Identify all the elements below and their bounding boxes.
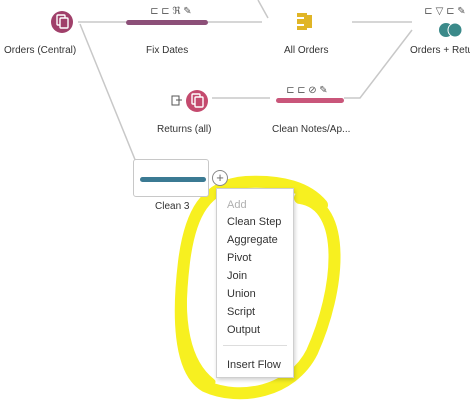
rename-icon: ⊏	[297, 85, 306, 96]
clean3-step[interactable]	[133, 159, 209, 197]
edit-icon: ✎	[457, 6, 466, 17]
filter-icon: ⊏	[150, 6, 159, 17]
returns-all-label: Returns (all)	[157, 124, 212, 135]
clean-notes-label: Clean Notes/Ap...	[272, 124, 351, 135]
returns-all-icon[interactable]	[186, 90, 208, 112]
fix-dates-tools: ⊏ ⊏ ℜ ✎	[150, 7, 192, 17]
edit-icon: ✎	[183, 6, 192, 17]
union-icon[interactable]	[297, 13, 312, 30]
menu-separator	[223, 345, 287, 346]
menu-item-union[interactable]: Union	[227, 288, 256, 300]
connector-orders-clean3	[79, 23, 137, 163]
add-step-menu: Add Clean Step Aggregate Pivot Join Unio…	[216, 188, 294, 378]
all-orders-label: All Orders	[284, 45, 329, 56]
clean3-label: Clean 3	[155, 201, 190, 212]
fix-dates-label: Fix Dates	[146, 45, 189, 56]
edit-icon: ✎	[319, 85, 328, 96]
menu-item-pivot[interactable]: Pivot	[227, 252, 251, 264]
menu-header-add: Add	[227, 199, 247, 211]
filter-icon: ⊏	[424, 6, 433, 17]
returns-input-arrow-icon	[171, 95, 182, 106]
rename-icon: ⊏	[446, 6, 455, 17]
clean-notes-bar[interactable]	[276, 98, 344, 103]
join-icon[interactable]	[439, 22, 463, 38]
connector-top-allorders	[257, 0, 269, 19]
clean3-bar	[140, 177, 206, 182]
menu-item-join[interactable]: Join	[227, 270, 247, 282]
menu-item-output[interactable]: Output	[227, 324, 260, 336]
orders-returns-tools: ⊏ ▽ ⊏ ✎	[424, 7, 466, 17]
funnel-icon: ▽	[435, 6, 444, 17]
connector-cleannotes-ordersreturns	[344, 29, 413, 99]
orders-returns-label: Orders + Retur	[410, 45, 470, 56]
add-step-button[interactable]: +	[212, 170, 228, 186]
menu-item-clean-step[interactable]: Clean Step	[227, 216, 281, 228]
fix-dates-bar[interactable]	[126, 20, 208, 25]
menu-item-aggregate[interactable]: Aggregate	[227, 234, 278, 246]
rename-icon: ⊏	[161, 6, 170, 17]
orders-central-icon[interactable]	[51, 11, 73, 33]
orders-central-label: Orders (Central)	[4, 45, 77, 56]
clean-notes-tools: ⊏ ⊏ ⊘ ✎	[286, 86, 328, 96]
filter-icon: ⊏	[286, 85, 295, 96]
calc-icon: ℜ	[172, 6, 181, 17]
calc-icon: ⊘	[308, 85, 317, 96]
menu-item-script[interactable]: Script	[227, 306, 255, 318]
menu-item-insert-flow[interactable]: Insert Flow	[227, 359, 281, 371]
